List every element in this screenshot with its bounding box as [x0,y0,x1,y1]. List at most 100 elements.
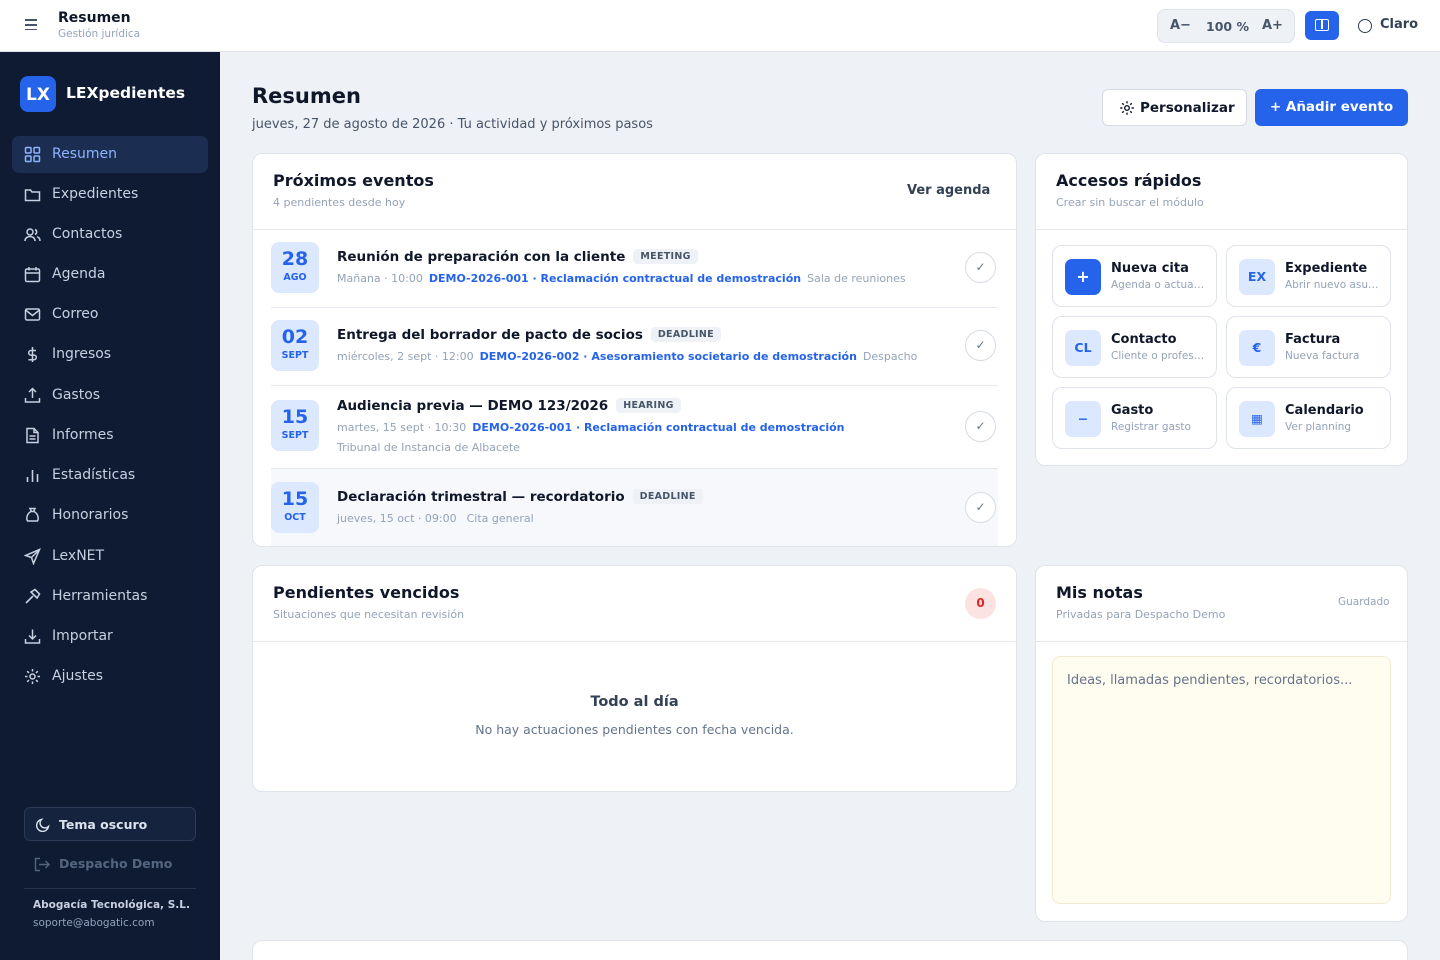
overdue-card: Pendientes vencidos Situaciones que nece… [252,565,1017,792]
add-event-label: + Añadir evento [1269,99,1394,115]
event-when: Mañana · 10:00 [337,272,423,285]
quick-title: Nueva cita [1111,261,1189,276]
quick-subtitle: Nueva factura [1285,350,1360,362]
sidebar-item-agenda[interactable]: Agenda [12,256,208,293]
event-title-text: Declaración trimestral — recordatorio [337,489,625,505]
customize-button[interactable]: Personalizar [1102,89,1247,126]
sidebar-item-correo[interactable]: Correo [12,296,208,333]
event-meta: Mañana · 10:00 DEMO-2026-001 · Reclamació… [337,272,906,285]
event-item[interactable]: 28 AGO Reunión de preparación con la cli… [271,230,998,307]
event-place: Sala de reuniones [807,272,906,285]
sidebar-item-label: Resumen [52,146,118,162]
bottom-card [252,940,1408,960]
zoom-level: 100 % [1206,19,1249,34]
sidebar-item-contactos[interactable]: Contactos [12,216,208,253]
card-title: Accesos rápidos [1056,171,1202,190]
quick-new-invoice[interactable]: € Factura Nueva factura [1226,316,1391,378]
sidebar-item-ingresos[interactable]: Ingresos [12,336,208,373]
split-view-icon [1315,19,1329,31]
moon-icon [36,818,50,832]
complete-check-button[interactable]: ✓ [965,411,996,442]
sidebar-item-estadisticas[interactable]: Estadísticas [12,457,208,494]
card-subtitle: Privadas para Despacho Demo [1056,608,1226,621]
quick-title: Expediente [1285,261,1368,276]
sidebar-item-gastos[interactable]: Gastos [12,377,208,414]
page-subtitle: jueves, 27 de agosto de 2026 · Tu activi… [252,117,653,132]
sidebar-item-ajustes[interactable]: Ajustes [12,658,208,695]
event-when: martes, 15 sept · 10:30 [337,421,467,434]
logout-icon [34,857,50,872]
event-item[interactable]: 02 SEPT Entrega del borrador de pacto de… [271,308,998,385]
complete-check-button[interactable]: ✓ [965,330,996,361]
quick-title: Factura [1285,332,1341,347]
event-meta: jueves, 15 oct · 09:00 Cita general [337,512,534,525]
sidebar-item-label: Importar [52,628,113,644]
event-title-text: Reunión de preparación con la cliente [337,249,626,265]
sidebar-item-lexnet[interactable]: LexNET [12,538,208,575]
quick-calendar[interactable]: ▦ Calendario Ver planning [1226,387,1391,449]
notes-textarea[interactable] [1052,656,1391,904]
sidebar-item-expedientes[interactable]: Expedientes [12,176,208,213]
sidebar-item-label: Ingresos [52,346,112,362]
calendar-icon [24,267,41,283]
view-agenda-link[interactable]: Ver agenda [907,183,990,198]
event-month: SEPT [281,430,309,441]
zoom-increase-button[interactable]: A+ [1262,18,1283,33]
app-logo: LX [20,76,56,112]
dark-theme-button[interactable]: Tema oscuro [24,807,196,841]
sidebar-item-herramientas[interactable]: Herramientas [12,578,208,615]
event-title: Audiencia previa — DEMO 123/2026 HEARING [337,398,681,414]
quick-subtitle: Cliente o profesional [1111,350,1207,362]
event-date: 15 SEPT [271,400,319,451]
contact-icon: CL [1065,330,1101,366]
complete-check-button[interactable]: ✓ [965,252,996,283]
add-event-button[interactable]: + Añadir evento [1255,89,1408,126]
quick-title: Calendario [1285,403,1364,418]
support-email[interactable]: soporte@abogatic.com [33,917,155,929]
complete-check-button[interactable]: ✓ [965,492,996,523]
gear-icon [1120,101,1134,115]
quick-new-contact[interactable]: CL Contacto Cliente o profesional [1052,316,1217,378]
sidebar-item-label: Gastos [52,387,101,403]
empty-state-message: No hay actuaciones pendientes con fecha … [475,722,794,737]
folder-icon [24,189,41,202]
event-month: OCT [284,512,306,523]
quick-new-expense[interactable]: − Gasto Registrar gasto [1052,387,1217,449]
sidebar-item-informes[interactable]: Informes [12,417,208,454]
card-subtitle: 4 pendientes desde hoy [273,196,406,209]
quick-subtitle: Ver planning [1285,421,1352,433]
notes-card: Mis notas Privadas para Despacho Demo Gu… [1035,565,1408,922]
sidebar-item-importar[interactable]: Importar [12,618,208,655]
sidebar-item-honorarios[interactable]: Honorarios [12,497,208,534]
quick-new-case[interactable]: EX Expediente Abrir nuevo asunto [1226,245,1391,307]
quick-new-appointment[interactable]: + Nueva cita Agenda o actuación [1052,245,1217,307]
top-bar: Resumen Gestión jurídica A− 100 % A+ Cla… [0,0,1440,52]
card-subtitle: Situaciones que necesitan revisión [273,608,465,621]
quick-subtitle: Abrir nuevo asunto [1285,279,1381,291]
layout-toggle-button[interactable] [1305,11,1339,40]
event-month: AGO [283,272,307,283]
company-name: Abogacía Tecnológica, S.L. [33,899,190,911]
event-item[interactable]: 15 OCT Declaración trimestral — recordat… [271,469,998,546]
quick-subtitle: Agenda o actuación [1111,279,1207,291]
sidebar-item-label: LexNET [52,548,105,564]
event-item[interactable]: 15 SEPT Audiencia previa — DEMO 123/2026… [271,386,998,468]
case-link[interactable]: DEMO-2026-001 · Reclamación contractual … [429,272,801,285]
calendar-icon: ▦ [1239,401,1275,437]
sidebar-item-resumen[interactable]: Resumen [12,136,208,173]
event-place: Despacho [862,350,918,363]
event-title-text: Audiencia previa — DEMO 123/2026 [337,398,609,414]
event-day: 15 [281,488,309,510]
circle-icon [1358,19,1372,33]
case-link[interactable]: DEMO-2026-001 · Reclamación contractual … [472,421,844,434]
case-link[interactable]: DEMO-2026-002 · Asesoramiento societario… [480,350,857,363]
event-day: 28 [281,248,309,270]
menu-icon[interactable] [20,16,42,36]
sidebar-item-label: Expedientes [52,186,139,202]
sidebar-item-label: Agenda [52,266,106,282]
card-divider [1036,229,1407,230]
sidebar-item-label: Contactos [52,226,123,242]
zoom-decrease-button[interactable]: A− [1170,18,1191,33]
event-place: Cita general [466,512,534,525]
quick-title: Contacto [1111,332,1177,347]
